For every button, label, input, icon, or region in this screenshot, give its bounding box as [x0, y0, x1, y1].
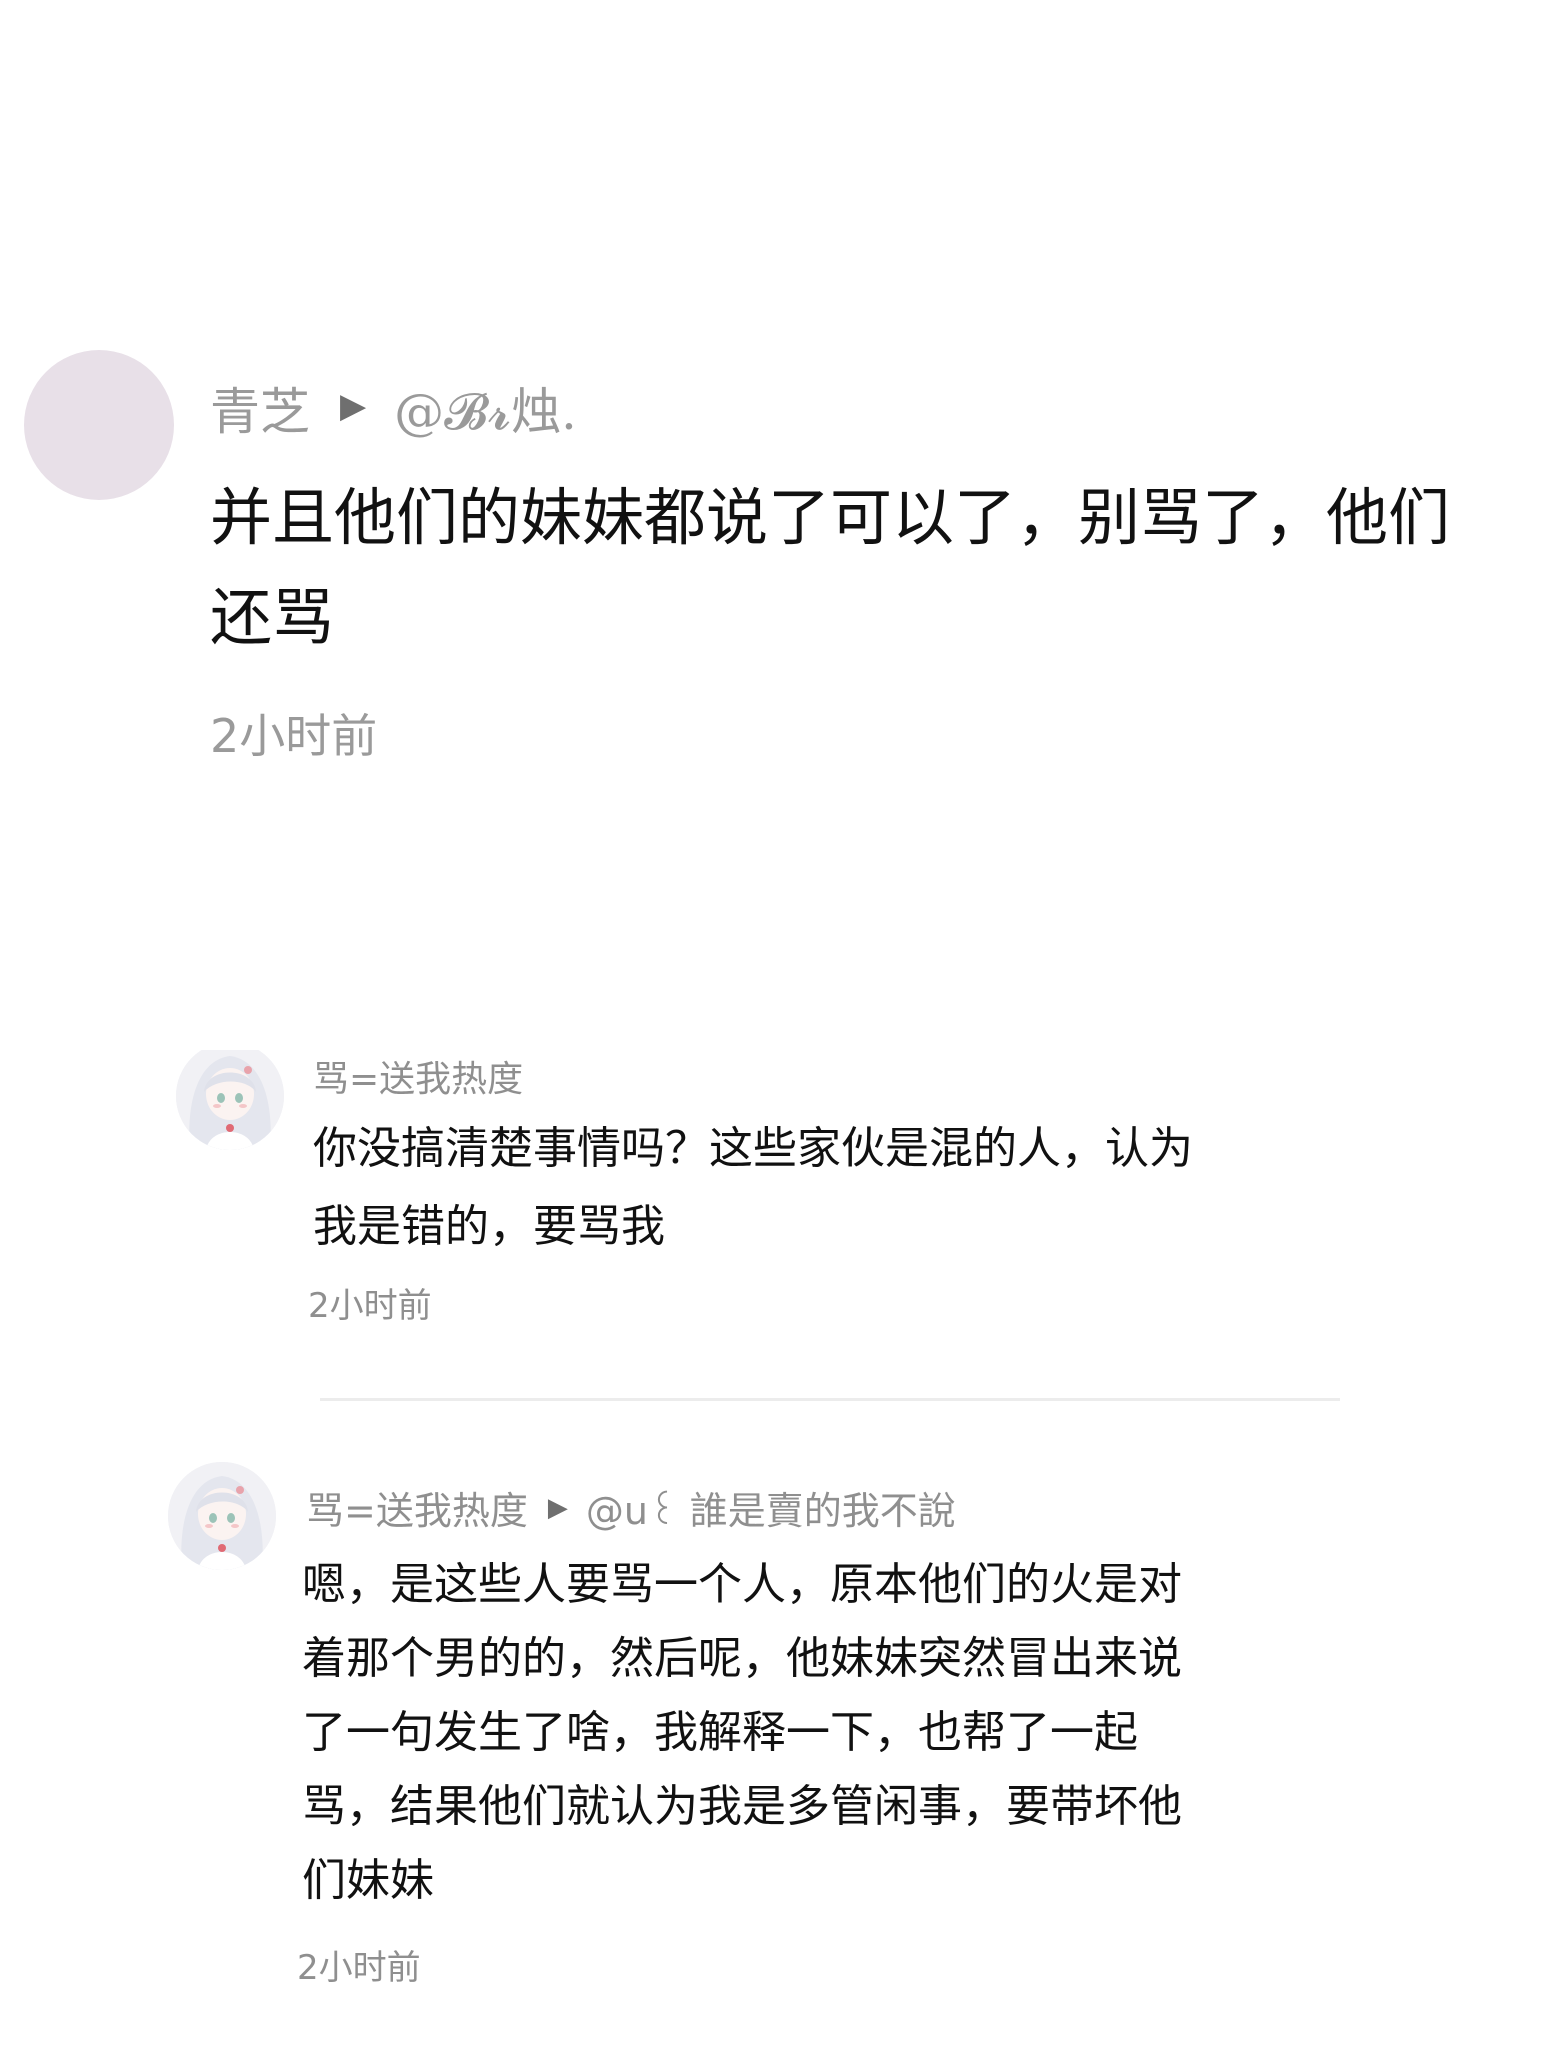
- timestamp: 2小时前: [297, 1948, 421, 1988]
- reply-target[interactable]: @u꒰ 誰是賣的我不說: [586, 1480, 956, 1535]
- comment-text[interactable]: 嗯，是这些人要骂一个人，原本他们的火是对 着那个男的的，然后呢，他妹妹突然冒出来…: [302, 1548, 1182, 1918]
- divider: [320, 1398, 1340, 1401]
- play-triangle-icon: ▶: [340, 386, 367, 426]
- comment-line: 们妹妹: [302, 1855, 434, 1906]
- comment-line: 我是错的，要骂我: [313, 1201, 665, 1252]
- author-name[interactable]: 骂=送我热度: [313, 1050, 523, 1102]
- reply-target[interactable]: @𝓑𝓻烛.: [394, 372, 577, 444]
- comment-line: 嗯，是这些人要骂一个人，原本他们的火是对: [302, 1559, 1182, 1610]
- anime-girl-avatar-icon: [176, 1050, 284, 1150]
- author-name[interactable]: 青芝: [210, 372, 310, 444]
- play-triangle-icon: ▶: [547, 1492, 568, 1523]
- comment-item: 骂=送我热度 你没搞清楚事情吗？这些家伙是混的人，认为 我是错的，要骂我: [0, 1050, 1553, 1350]
- anime-girl-avatar-icon: [168, 1462, 276, 1570]
- comment-line: 了一句发生了啥，我解释一下，也帮了一起: [302, 1707, 1138, 1758]
- comment-header: 青芝 ▶ @𝓑𝓻烛.: [210, 372, 577, 444]
- timestamp: 2小时前: [308, 1286, 432, 1326]
- comment-line: 骂，结果他们就认为我是多管闲事，要带坏他: [302, 1781, 1182, 1832]
- comment-header: 骂=送我热度 ▶ @u꒰ 誰是賣的我不說: [306, 1480, 956, 1535]
- comment-line: 着那个男的的，然后呢，他妹妹突然冒出来说: [302, 1633, 1182, 1684]
- avatar[interactable]: [24, 350, 174, 500]
- comment-text[interactable]: 并且他们的妹妹都说了可以了，别骂了，他们 还骂: [210, 468, 1540, 668]
- comment-line: 你没搞清楚事情吗？这些家伙是混的人，认为: [313, 1123, 1193, 1174]
- comment-text[interactable]: 你没搞清楚事情吗？这些家伙是混的人，认为 我是错的，要骂我: [313, 1110, 1193, 1266]
- author-name[interactable]: 骂=送我热度: [306, 1480, 528, 1535]
- comment-line: 还骂: [210, 581, 335, 654]
- avatar[interactable]: [176, 1050, 284, 1150]
- timestamp: 2小时前: [210, 709, 378, 763]
- avatar[interactable]: [168, 1462, 276, 1570]
- comment-line: 并且他们的妹妹都说了可以了，别骂了，他们: [210, 481, 1451, 554]
